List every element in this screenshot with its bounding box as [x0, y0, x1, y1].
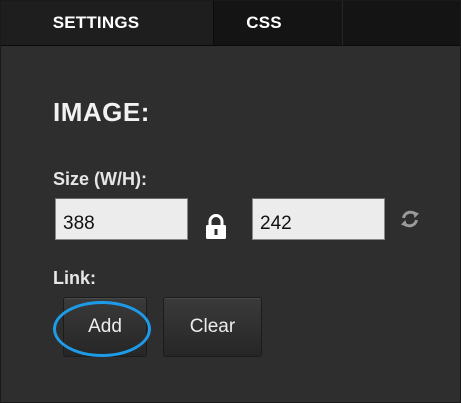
- section-title: IMAGE:: [53, 97, 150, 127]
- add-link-button[interactable]: Add: [63, 297, 147, 357]
- clear-link-button[interactable]: Clear: [163, 297, 262, 357]
- tab-css[interactable]: CSS: [214, 1, 343, 45]
- tab-css-label: CSS: [246, 13, 282, 32]
- size-label: Size (W/H):: [53, 169, 147, 189]
- height-input[interactable]: [252, 198, 385, 240]
- tab-settings-label: SETTINGS: [52, 13, 140, 32]
- lock-icon[interactable]: [204, 214, 228, 240]
- tab-settings[interactable]: SETTINGS: [1, 1, 214, 45]
- refresh-icon[interactable]: [399, 208, 421, 230]
- width-input[interactable]: [55, 198, 188, 240]
- link-label: Link:: [53, 268, 96, 288]
- image-settings-panel: SETTINGS CSS IMAGE: Size (W/H): Link: Ad…: [0, 0, 461, 403]
- tab-bar: SETTINGS CSS: [1, 1, 460, 46]
